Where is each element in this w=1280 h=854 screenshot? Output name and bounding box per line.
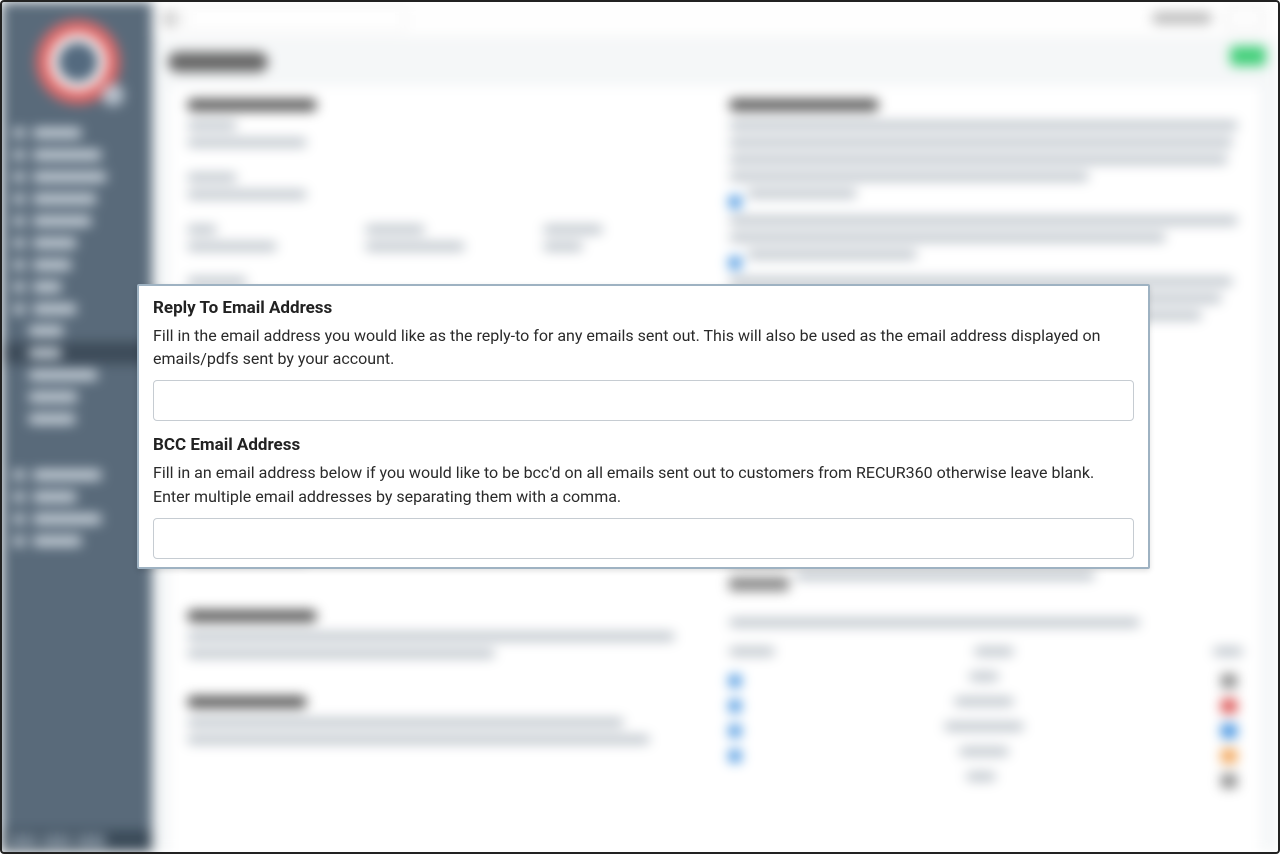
menu-icon — [162, 12, 178, 26]
sidebar — [2, 2, 152, 852]
sidebar-footer — [2, 830, 152, 852]
search-input-placeholder — [186, 8, 406, 30]
top-bar — [152, 2, 1278, 38]
bcc-heading: BCC Email Address — [153, 435, 1134, 455]
email-settings-panel: Reply To Email Address Fill in the email… — [137, 284, 1150, 569]
bcc-input[interactable] — [153, 518, 1134, 559]
bcc-description: Fill in an email address below if you wo… — [153, 461, 1134, 507]
reply-to-input[interactable] — [153, 380, 1134, 421]
page-title — [168, 52, 268, 72]
sidebar-nav — [2, 122, 152, 552]
app-logo — [36, 20, 120, 104]
save-button — [1230, 46, 1266, 66]
reply-to-description: Fill in the email address you would like… — [153, 324, 1134, 370]
reply-to-heading: Reply To Email Address — [153, 298, 1134, 318]
app-frame: Reply To Email Address Fill in the email… — [0, 0, 1280, 854]
